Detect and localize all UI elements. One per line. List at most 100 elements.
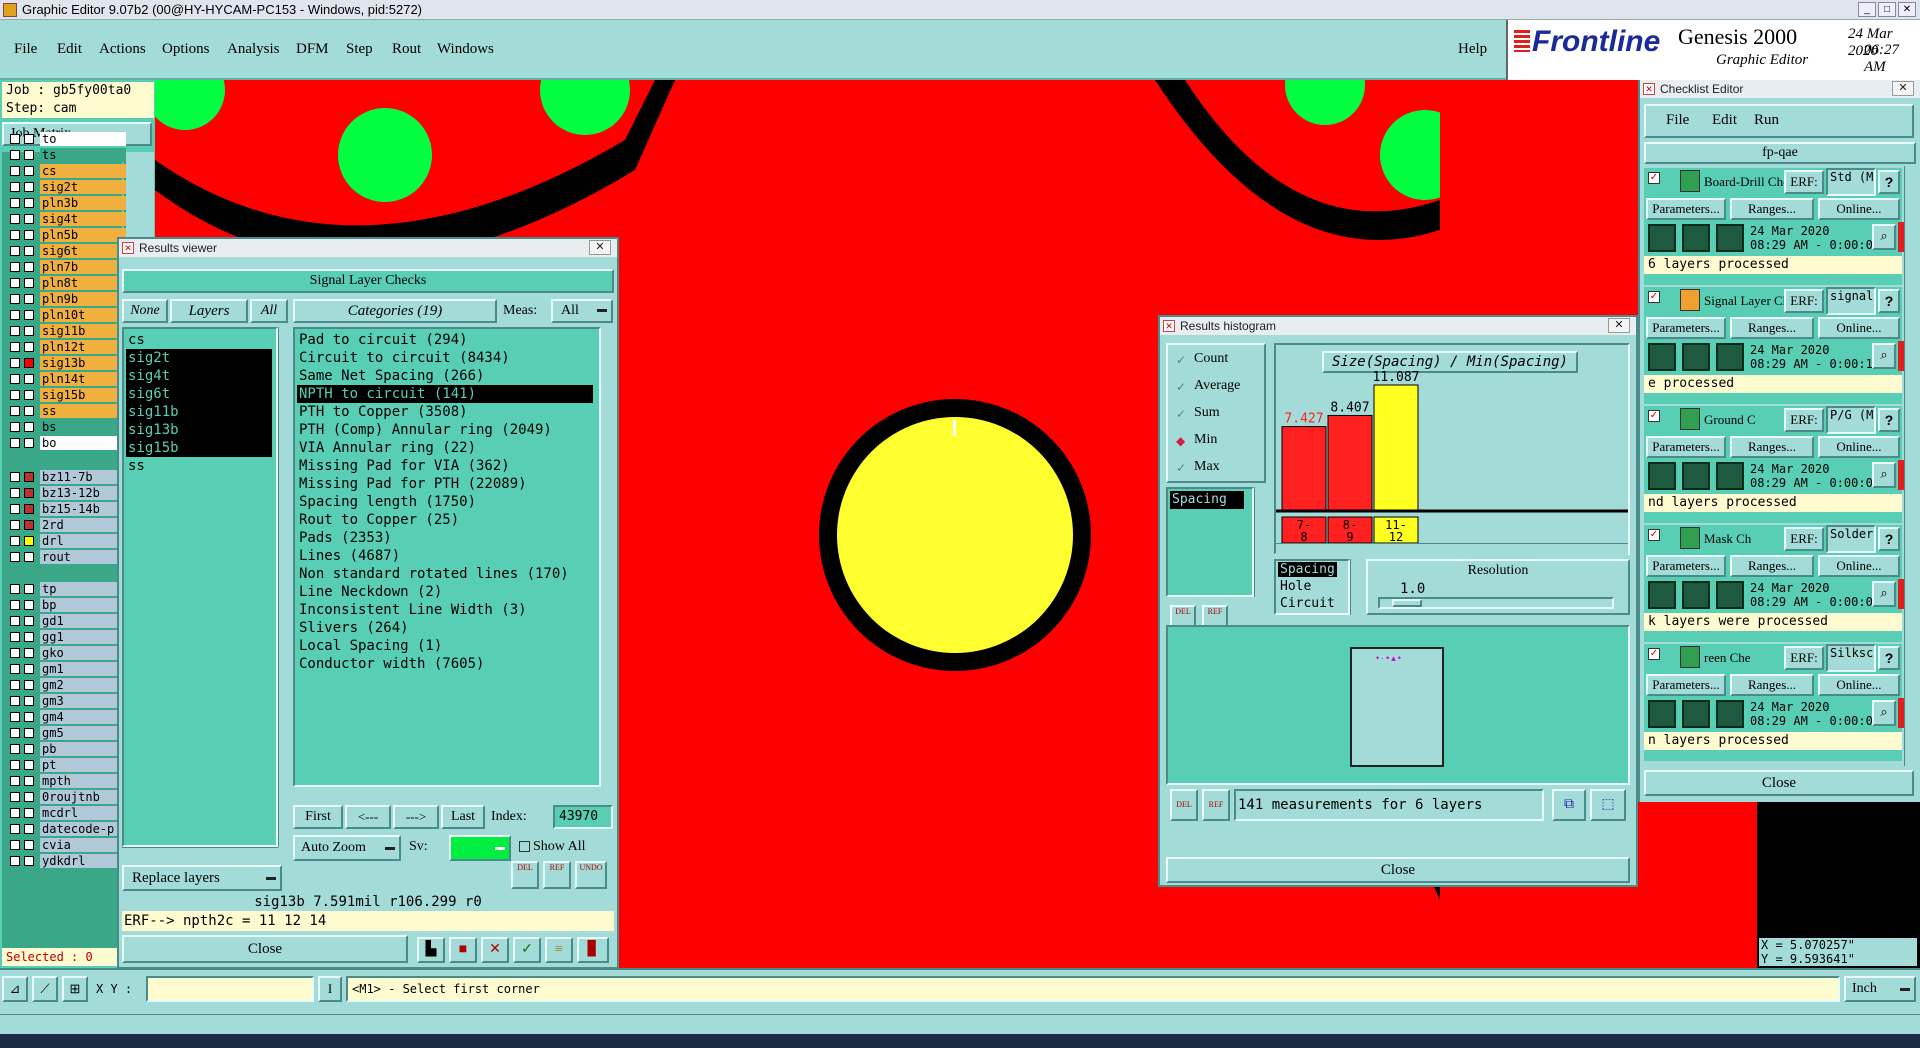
measure-icon[interactable]: ⟋ (32, 976, 58, 1002)
layer-visibility-checkbox[interactable] (10, 600, 20, 610)
category-item[interactable]: Pads (2353) (297, 529, 593, 547)
layer-color-swatch[interactable] (24, 744, 34, 754)
category-item[interactable]: Line Neckdown (2) (297, 583, 593, 601)
layer-visibility-checkbox[interactable] (10, 792, 20, 802)
layer-visibility-checkbox[interactable] (10, 696, 20, 706)
meas-dropdown[interactable]: All (551, 299, 613, 323)
ranges-button[interactable]: Ranges... (1730, 198, 1814, 220)
category-item[interactable]: NPTH to circuit (141) (297, 385, 593, 403)
layer-list-vscroll[interactable] (278, 327, 292, 847)
histogram-bar[interactable] (1373, 384, 1419, 512)
stop-icon[interactable] (1716, 224, 1744, 252)
online-button[interactable]: Online... (1818, 436, 1900, 458)
close-icon[interactable]: ✕ (1608, 318, 1630, 333)
sv-color-dropdown[interactable] (449, 835, 511, 861)
category-item[interactable]: Missing Pad for VIA (362) (297, 457, 593, 475)
layer-visibility-checkbox[interactable] (10, 616, 20, 626)
layer-row[interactable]: sig11b (6, 324, 126, 338)
layer-visibility-checkbox[interactable] (10, 374, 20, 384)
layer-row[interactable]: pln12t (6, 340, 126, 354)
layer-visibility-checkbox[interactable] (10, 358, 20, 368)
layer-visibility-checkbox[interactable] (10, 680, 20, 690)
layer-row[interactable]: gm5 (6, 726, 126, 740)
layer-row[interactable]: ts (6, 148, 126, 162)
layer-row[interactable]: 0roujtnb (6, 790, 126, 804)
layer-color-swatch[interactable] (24, 294, 34, 304)
layer-color-swatch[interactable] (24, 760, 34, 770)
menu-file[interactable]: File (14, 41, 37, 58)
layer-row[interactable]: sig13b (6, 356, 126, 370)
layer-row[interactable]: gm4 (6, 710, 126, 724)
category-item[interactable]: Rout to Copper (25) (297, 511, 593, 529)
layer-row[interactable]: ydkdrl (6, 854, 126, 868)
layer-visibility-checkbox[interactable] (10, 824, 20, 834)
maximize-icon[interactable]: □ (1878, 2, 1896, 17)
view-results-icon[interactable]: ⌕ (1872, 343, 1896, 369)
toolbar-list-icon[interactable]: ≡ (545, 937, 573, 963)
layer-row[interactable]: pln7b (6, 260, 126, 274)
layer-visibility-checkbox[interactable] (10, 520, 20, 530)
layer-color-swatch[interactable] (24, 680, 34, 690)
layer-visibility-checkbox[interactable] (10, 166, 20, 176)
measure-list[interactable]: Spacing (1166, 487, 1254, 597)
category-item[interactable]: Same Net Spacing (266) (297, 367, 593, 385)
categories-vscroll[interactable] (601, 327, 615, 787)
layer-visibility-checkbox[interactable] (10, 728, 20, 738)
layer-color-swatch[interactable] (24, 808, 34, 818)
erf-value[interactable]: Soldermask (1826, 525, 1876, 553)
toolbar-window-icon[interactable]: ■ (449, 937, 477, 963)
layer-color-swatch[interactable] (24, 358, 34, 368)
layer-color-swatch[interactable] (24, 536, 34, 546)
result-layer-item[interactable]: sig4t (126, 367, 272, 385)
radio-icon[interactable]: ✓ (1176, 353, 1186, 367)
layer-row[interactable]: sig4t (6, 212, 126, 226)
prev-button[interactable]: <--- (345, 805, 391, 829)
layer-visibility-checkbox[interactable] (10, 712, 20, 722)
snap-icon[interactable]: ⊿ (2, 976, 28, 1002)
category-item[interactable]: VIA Annular ring (22) (297, 439, 593, 457)
stop-icon[interactable] (1716, 462, 1744, 490)
zoom-area-icon[interactable]: ⬚ (1590, 789, 1626, 821)
layer-color-swatch[interactable] (24, 504, 34, 514)
show-all-checkbox[interactable] (519, 841, 530, 852)
radio-selected-icon[interactable]: ◆ (1176, 434, 1185, 448)
layers-all-button[interactable]: All (250, 299, 288, 323)
run-icon[interactable] (1648, 343, 1676, 371)
layer-color-swatch[interactable] (24, 696, 34, 706)
category-item[interactable]: PTH (Comp) Annular ring (2049) (297, 421, 593, 439)
layer-color-swatch[interactable] (24, 438, 34, 448)
checklist-menu-run[interactable]: Run (1754, 112, 1779, 129)
layer-row[interactable]: ss (6, 404, 126, 418)
layer-visibility-checkbox[interactable] (10, 214, 20, 224)
ranges-button[interactable]: Ranges... (1730, 317, 1814, 339)
layer-visibility-checkbox[interactable] (10, 760, 20, 770)
layer-visibility-checkbox[interactable] (10, 504, 20, 514)
layer-row[interactable]: cvia (6, 838, 126, 852)
layer-color-swatch[interactable] (24, 262, 34, 272)
toolbar-chart-icon[interactable]: ▙ (417, 937, 445, 963)
resolution-item[interactable]: Hole (1278, 579, 1313, 594)
category-item[interactable]: Local Spacing (1) (297, 637, 593, 655)
layer-color-swatch[interactable] (24, 472, 34, 482)
layer-visibility-checkbox[interactable] (10, 134, 20, 144)
layer-color-swatch[interactable] (24, 326, 34, 336)
layer-visibility-checkbox[interactable] (10, 342, 20, 352)
layer-color-swatch[interactable] (24, 776, 34, 786)
ref-button[interactable]: REF (543, 861, 571, 889)
check-enabled-icon[interactable]: ✓ (1648, 291, 1660, 303)
help-icon[interactable]: ? (1878, 289, 1900, 313)
first-button[interactable]: First (293, 805, 343, 829)
statistic-option[interactable]: Min (1194, 432, 1217, 448)
view-results-icon[interactable]: ⌕ (1872, 462, 1896, 488)
layer-row[interactable]: bz13-12b (6, 486, 126, 500)
layer-color-swatch[interactable] (24, 728, 34, 738)
layer-row[interactable]: bz11-7b (6, 470, 126, 484)
parameters-button[interactable]: Parameters... (1646, 674, 1726, 696)
parameters-button[interactable]: Parameters... (1646, 317, 1726, 339)
preview-ref-button[interactable]: REF (1202, 789, 1230, 821)
layer-row[interactable]: bp (6, 598, 126, 612)
undo-button[interactable]: UNDO (575, 861, 607, 889)
result-layer-item[interactable]: sig15b (126, 439, 272, 457)
parameters-button[interactable]: Parameters... (1646, 198, 1726, 220)
category-item[interactable]: Spacing length (1750) (297, 493, 593, 511)
